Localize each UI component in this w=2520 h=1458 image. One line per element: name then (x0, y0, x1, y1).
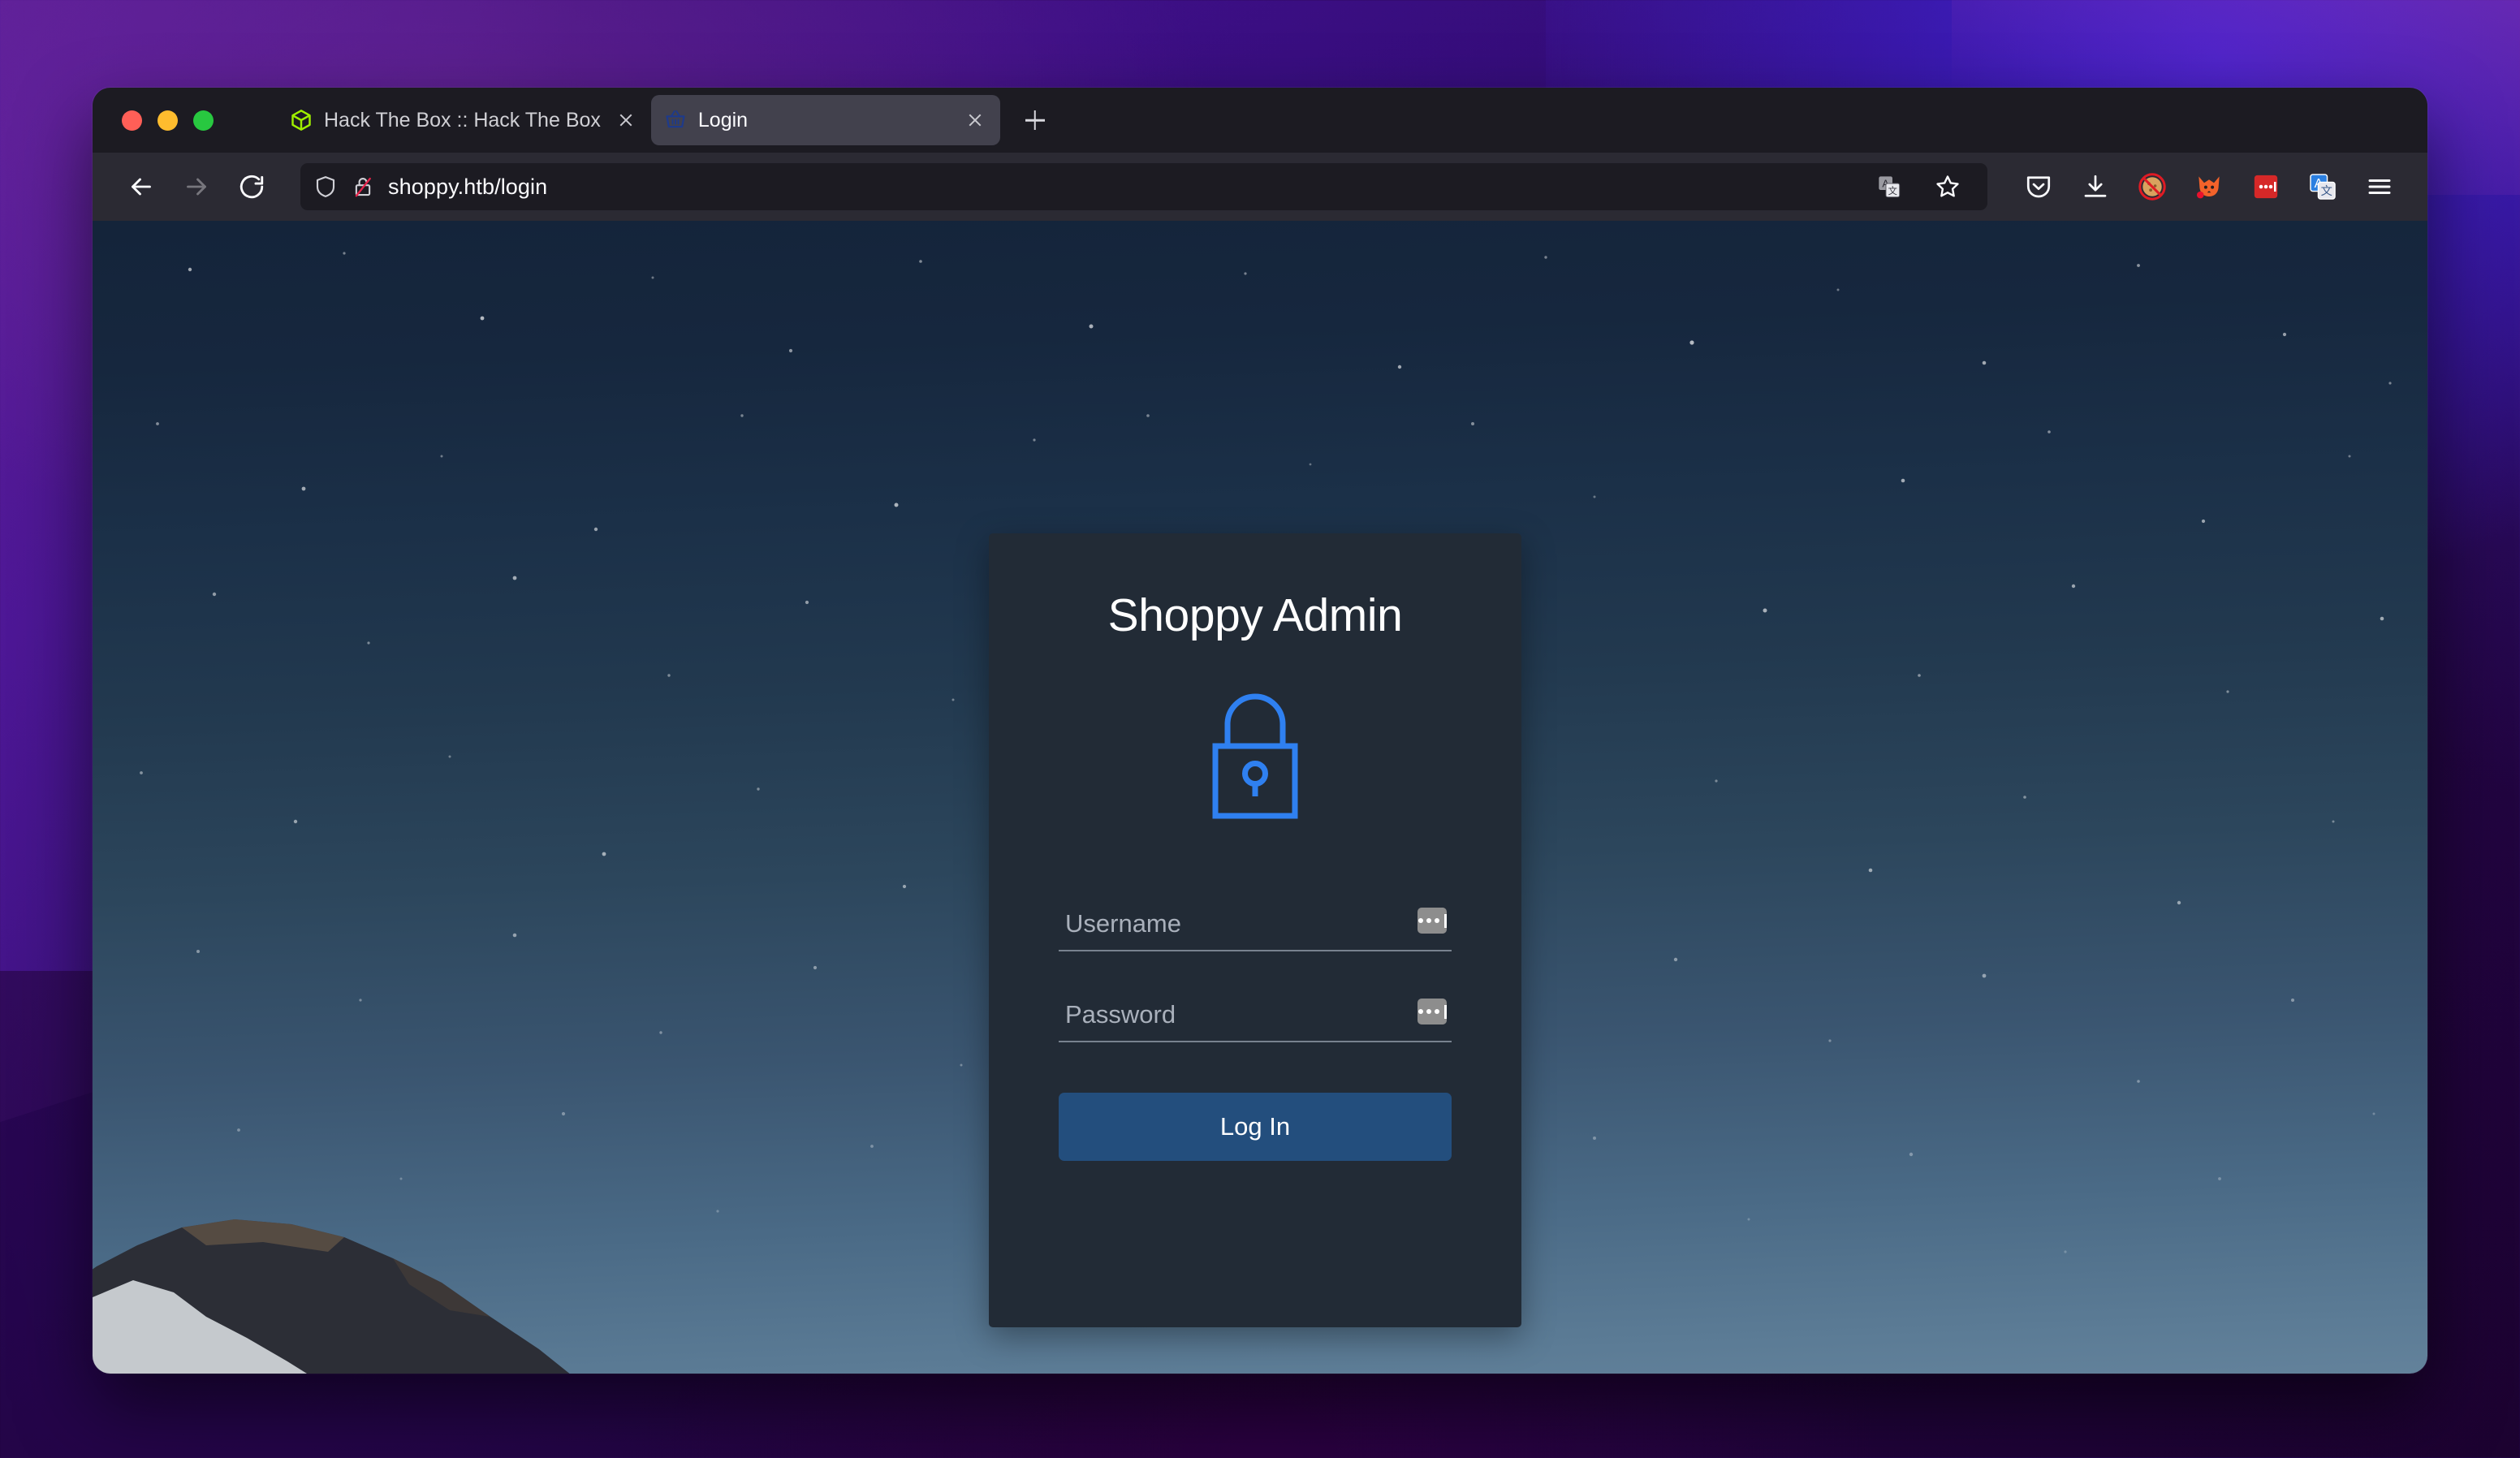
password-manager-icon[interactable] (1418, 908, 1447, 934)
translate-extension-icon[interactable]: A 文 (2299, 163, 2346, 210)
tracking-protection-shield-icon[interactable] (313, 175, 338, 199)
password-manager-icon[interactable] (1418, 999, 1447, 1024)
wappalyzer-icon[interactable] (2242, 163, 2289, 210)
tab-login[interactable]: Login (650, 95, 1000, 145)
downloads-icon[interactable] (2072, 163, 2119, 210)
svg-text:文: 文 (1888, 185, 1897, 196)
svg-text:文: 文 (2321, 184, 2332, 198)
shopping-basket-icon (664, 109, 687, 132)
tab-title: Hack The Box :: Hack The Box (324, 108, 601, 132)
dot (1418, 918, 1423, 923)
login-card: Shoppy Admin Username Log In (989, 533, 1521, 1327)
dot (1418, 1009, 1423, 1014)
htb-cube-icon (290, 109, 313, 132)
caret (1443, 1004, 1447, 1019)
password-field-wrapper (1059, 981, 1452, 1042)
close-tab-button[interactable] (961, 106, 989, 134)
pocket-icon[interactable] (2015, 163, 2062, 210)
bookmark-star-icon[interactable] (1924, 168, 1971, 205)
address-bar[interactable]: shoppy.htb/login A 文 (300, 163, 1987, 210)
navigation-toolbar: shoppy.htb/login A 文 文 (93, 153, 2427, 221)
extensions-toolbar: A 文 (2015, 163, 2403, 210)
close-window-button[interactable] (122, 110, 142, 131)
back-arrow-icon[interactable] (117, 162, 166, 211)
dot (1426, 918, 1431, 923)
login-button[interactable]: Log In (1059, 1093, 1452, 1161)
tab-hack-the-box[interactable]: Hack The Box :: Hack The Box (277, 95, 651, 145)
page-viewport: Shoppy Admin Username Log In (93, 221, 2427, 1374)
login-form: Log In (1059, 890, 1452, 1161)
username-field-wrapper (1059, 890, 1452, 951)
close-tab-button[interactable] (612, 106, 640, 134)
new-tab-button[interactable] (1013, 98, 1057, 142)
browser-window: Hack The Box :: Hack The Box Login shopp… (93, 88, 2427, 1374)
dot (1434, 1009, 1439, 1014)
mountain-silhouette (93, 1219, 570, 1374)
minimize-window-button[interactable] (158, 110, 178, 131)
url-text[interactable]: shoppy.htb/login (388, 175, 547, 200)
page-title: Shoppy Admin (1107, 589, 1403, 641)
translate-page-icon[interactable]: A 文 (1866, 169, 1913, 205)
foxyproxy-icon[interactable] (2186, 163, 2233, 210)
dot (1426, 1009, 1431, 1014)
padlock-icon (1203, 686, 1307, 826)
window-controls (107, 110, 277, 131)
reload-icon[interactable] (227, 162, 276, 211)
forward-arrow-icon[interactable] (172, 162, 221, 211)
caret (1443, 913, 1447, 928)
dot (1434, 918, 1439, 923)
tab-title: Login (697, 108, 749, 132)
insecure-connection-icon[interactable] (351, 175, 375, 199)
password-input[interactable] (1059, 1000, 1452, 1041)
app-menu-icon[interactable] (2356, 163, 2403, 210)
username-input[interactable] (1059, 909, 1452, 950)
tab-strip: Hack The Box :: Hack The Box Login (93, 88, 2427, 153)
cookie-blocker-icon[interactable] (2129, 163, 2176, 210)
maximize-window-button[interactable] (193, 110, 214, 131)
